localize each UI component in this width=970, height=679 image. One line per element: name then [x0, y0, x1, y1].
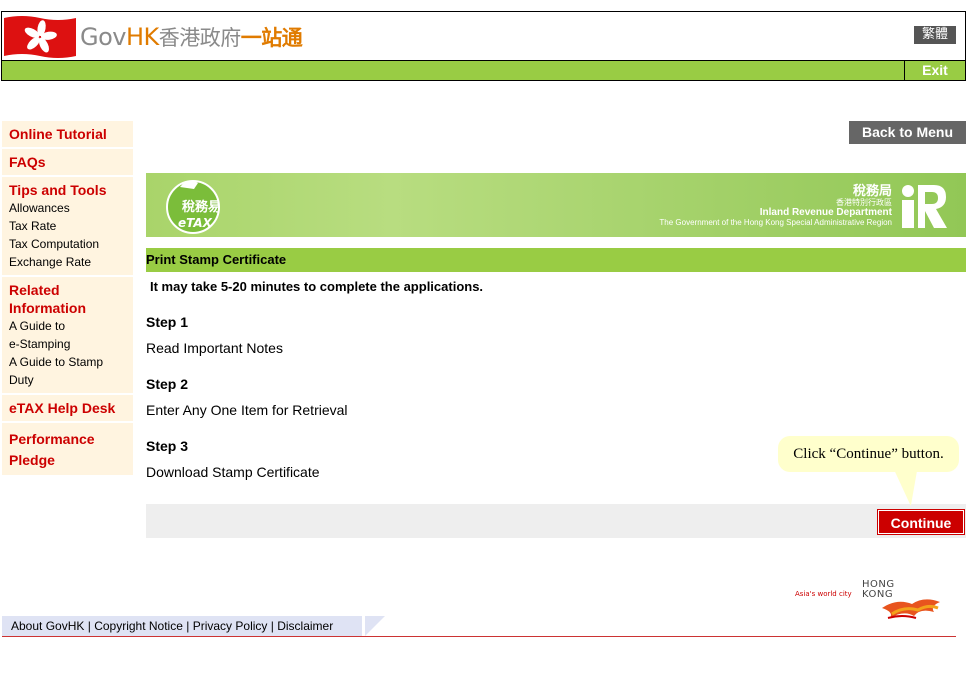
brand-hong-kong: HONG KONG — [862, 580, 895, 600]
sidebar-item-etax-help-desk[interactable]: eTAX Help Desk — [9, 399, 126, 417]
sidebar-faqs: FAQs — [2, 149, 133, 175]
sidebar-link-guide-estamping-1[interactable]: A Guide to — [9, 317, 126, 335]
logo-hk: HK — [125, 23, 159, 51]
sidebar-tips-tools: Tips and Tools Allowances Tax Rate Tax C… — [2, 177, 133, 275]
section-title: Print Stamp Certificate — [146, 252, 287, 267]
brand-tagline: Asia's world city — [795, 590, 852, 598]
ird-en: Inland Revenue Department — [759, 207, 892, 218]
sidebar-help-desk: eTAX Help Desk — [2, 395, 133, 421]
sidebar-link-tax-computation[interactable]: Tax Computation — [9, 235, 126, 253]
sidebar-link-guide-stamp-duty-1[interactable]: A Guide to Stamp — [9, 353, 126, 371]
step-1-text: Read Important Notes — [146, 340, 283, 356]
exit-button[interactable]: Exit — [904, 61, 965, 80]
header-green-bar: Exit — [2, 60, 965, 80]
ird-gov: The Government of the Hong Kong Special … — [659, 218, 892, 227]
ird-logo-icon — [902, 185, 947, 228]
footer-separator: | — [186, 619, 190, 633]
sidebar: Online Tutorial FAQs Tips and Tools Allo… — [2, 121, 133, 477]
action-bar — [146, 504, 966, 538]
sidebar-link-allowances[interactable]: Allowances — [9, 199, 126, 217]
step-3-text: Download Stamp Certificate — [146, 464, 320, 480]
hk-flag-icon[interactable] — [4, 14, 76, 60]
sidebar-item-pledge-2[interactable]: Pledge — [9, 450, 126, 471]
step-1-heading: Step 1 — [146, 314, 189, 330]
footer-link-disclaimer[interactable]: Disclaimer — [277, 619, 333, 633]
footer-links: About GovHK | Copyright Notice | Privacy… — [2, 616, 385, 636]
footer-link-about[interactable]: About GovHK — [11, 619, 84, 633]
sidebar-related-information: Related Information A Guide to e-Stampin… — [2, 277, 133, 393]
continue-button[interactable]: Continue — [877, 509, 965, 535]
sidebar-item-faqs[interactable]: FAQs — [9, 153, 126, 171]
page-header: GovHK香港政府一站通 繁體 Exit — [1, 11, 966, 81]
step-3-heading: Step 3 — [146, 438, 189, 454]
sidebar-item-pledge-1[interactable]: Performance — [9, 429, 126, 450]
footer-separator: | — [87, 619, 91, 633]
step-2-text: Enter Any One Item for Retrieval — [146, 402, 348, 418]
back-to-menu-button[interactable]: Back to Menu — [849, 121, 966, 144]
footer-separator: | — [270, 619, 274, 633]
callout-tail — [894, 470, 925, 506]
govhk-logo[interactable]: GovHK香港政府一站通 — [80, 22, 303, 52]
etax-logo-icon: 稅務易 eTAX — [166, 180, 221, 234]
sidebar-online-tutorial: Online Tutorial — [2, 121, 133, 147]
ird-zh: 稅務局 — [852, 183, 892, 198]
footer-link-copyright[interactable]: Copyright Notice — [94, 619, 183, 633]
etax-logo-en: eTAX — [178, 216, 213, 230]
footer-divider — [2, 636, 956, 637]
footer-link-privacy[interactable]: Privacy Policy — [193, 619, 268, 633]
sidebar-link-guide-stamp-duty-2[interactable]: Duty — [9, 371, 126, 389]
logo-gov: Gov — [80, 23, 126, 51]
sidebar-heading-related-2: Information — [9, 300, 86, 316]
sidebar-performance-pledge: Performance Pledge — [2, 423, 133, 475]
sidebar-link-exchange-rate[interactable]: Exchange Rate — [9, 253, 126, 271]
sidebar-link-tax-rate[interactable]: Tax Rate — [9, 217, 126, 235]
section-title-bar: Print Stamp Certificate — [146, 248, 966, 272]
time-note: It may take 5-20 minutes to complete the… — [150, 279, 484, 294]
sidebar-item-online-tutorial[interactable]: Online Tutorial — [9, 125, 126, 143]
instruction-callout: Click “Continue” button. — [778, 436, 959, 472]
language-toggle-button[interactable]: 繁體 — [914, 26, 956, 44]
logo-zh-a: 香港政府 — [158, 26, 242, 50]
ird-name-block: 稅務局 香港特別行政區 Inland Revenue Department Th… — [659, 183, 892, 228]
etax-logo-zh: 稅務易 — [182, 199, 221, 215]
logo-zh-b: 一站通 — [240, 26, 303, 50]
brand-hk-line-2: KONG — [862, 589, 894, 600]
sidebar-link-guide-estamping-2[interactable]: e-Stamping — [9, 335, 126, 353]
etax-banner: 稅務易 eTAX 稅務局 香港特別行政區 Inland Revenue Depa… — [146, 173, 966, 237]
sidebar-heading-related-1: Related — [9, 282, 60, 298]
sidebar-heading-tips-tools: Tips and Tools — [9, 182, 107, 198]
step-2-heading: Step 2 — [146, 376, 189, 392]
